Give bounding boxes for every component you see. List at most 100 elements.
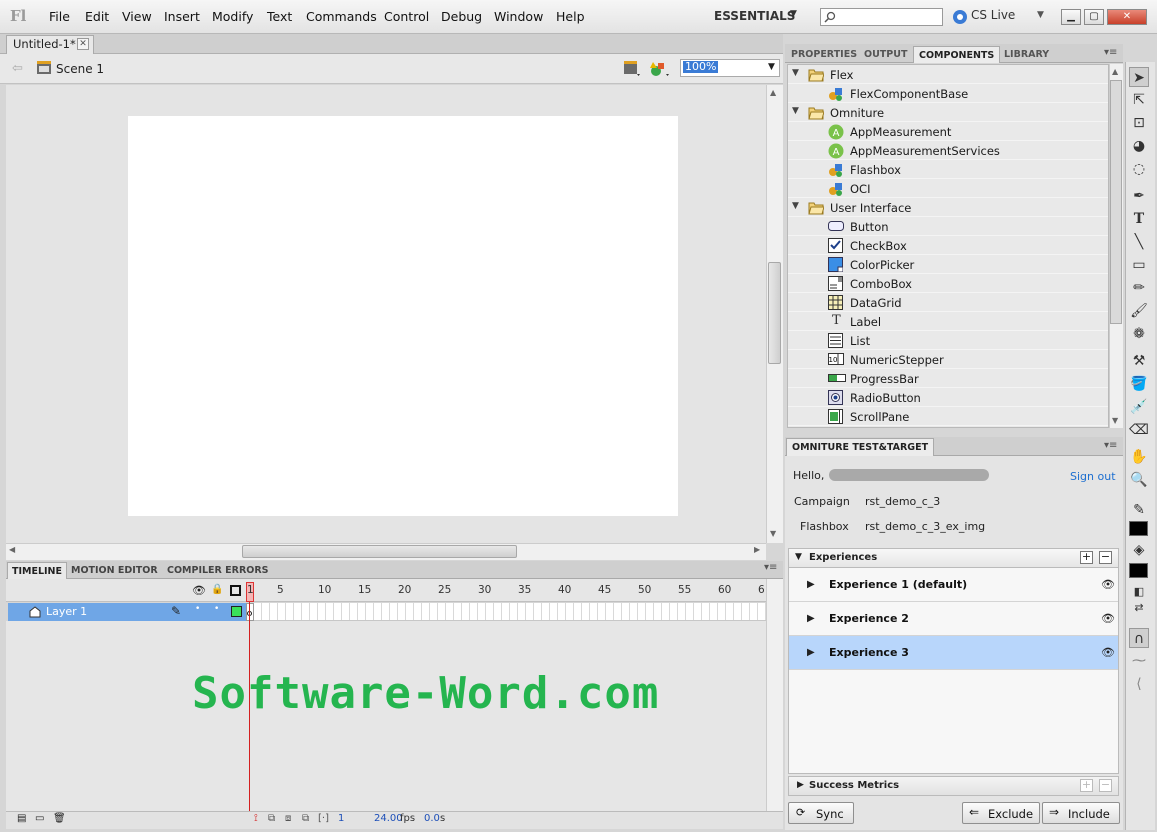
frame-rate[interactable]: 24.00: [374, 813, 403, 824]
tree-item-combobox[interactable]: ComboBox: [788, 274, 1108, 293]
cs-live-icon[interactable]: [952, 9, 968, 25]
frames-row[interactable]: [246, 603, 766, 621]
remove-metric-button[interactable]: −: [1099, 779, 1112, 792]
menu-window[interactable]: Window: [494, 9, 543, 24]
scroll-down-icon[interactable]: ▼: [770, 529, 776, 538]
cs-live-label[interactable]: CS Live: [971, 8, 1015, 22]
menu-insert[interactable]: Insert: [164, 9, 200, 24]
fill-color-icon[interactable]: ◈: [1129, 540, 1149, 560]
edit-symbols-icon[interactable]: [650, 60, 672, 78]
center-frame-icon[interactable]: ⟟: [254, 813, 258, 824]
tab-properties[interactable]: PROPERTIES: [786, 46, 862, 63]
tree-item-datagrid[interactable]: DataGrid: [788, 293, 1108, 312]
menu-text[interactable]: Text: [267, 9, 292, 24]
chevron-down-icon[interactable]: ▼: [1037, 10, 1044, 20]
outline-icon[interactable]: [230, 585, 241, 596]
menu-view[interactable]: View: [122, 9, 152, 24]
chevron-down-icon[interactable]: ▼: [790, 9, 797, 19]
menu-modify[interactable]: Modify: [212, 9, 253, 24]
eyedropper-tool-icon[interactable]: 💉: [1129, 397, 1149, 417]
layer-name[interactable]: Layer 1: [46, 605, 87, 618]
paint-bucket-tool-icon[interactable]: 🪣: [1129, 374, 1149, 394]
tab-library[interactable]: LIBRARY: [999, 46, 1054, 63]
tab-timeline[interactable]: TIMELINE: [7, 562, 67, 579]
stage-horizontal-scroll-thumb[interactable]: [242, 545, 517, 558]
timeline-vertical-scrollbar[interactable]: [766, 579, 783, 811]
pencil-tool-icon[interactable]: ✏: [1129, 278, 1149, 298]
close-icon[interactable]: ✕: [77, 38, 89, 50]
edit-multiple-frames-icon[interactable]: ⧉: [302, 813, 309, 824]
eye-icon[interactable]: 👁: [1101, 578, 1115, 591]
scroll-left-icon[interactable]: ◀: [9, 545, 15, 554]
menu-help[interactable]: Help: [556, 9, 585, 24]
eye-icon[interactable]: 👁: [1101, 612, 1115, 625]
fill-color-swatch[interactable]: [1129, 563, 1148, 578]
stroke-color-icon[interactable]: ✎: [1129, 500, 1149, 520]
pencil-icon[interactable]: ✎: [171, 604, 181, 618]
tree-item-appmeasurement[interactable]: A AppMeasurement: [788, 122, 1108, 141]
current-frame[interactable]: 1: [338, 813, 344, 824]
straighten-icon[interactable]: ⟨: [1129, 674, 1149, 694]
lock-dot-icon[interactable]: •: [214, 604, 219, 614]
layer-color-swatch[interactable]: [231, 606, 242, 617]
deco-tool-icon[interactable]: ❁: [1129, 324, 1149, 344]
expand-arrow-icon[interactable]: ▶: [807, 647, 815, 658]
scroll-right-icon[interactable]: ▶: [754, 545, 760, 554]
scroll-down-icon[interactable]: ▼: [1112, 416, 1118, 425]
selection-tool-icon[interactable]: ➤: [1129, 67, 1149, 87]
add-metric-button[interactable]: +: [1080, 779, 1093, 792]
hand-tool-icon[interactable]: ✋: [1129, 447, 1149, 467]
tree-item-colorpicker[interactable]: ColorPicker: [788, 255, 1108, 274]
snap-magnet-icon[interactable]: ∩: [1129, 628, 1149, 648]
tree-item-oci[interactable]: OCI: [788, 179, 1108, 198]
delete-layer-icon[interactable]: 🗑: [53, 813, 66, 824]
tree-folder-user-interface[interactable]: ▼ User Interface: [788, 198, 1108, 217]
menu-debug[interactable]: Debug: [441, 9, 482, 24]
tree-item-list[interactable]: List: [788, 331, 1108, 350]
experience-row-selected[interactable]: ▶ Experience 3 👁: [789, 636, 1118, 670]
zoom-value[interactable]: 100%: [683, 61, 719, 73]
remove-experience-button[interactable]: −: [1099, 551, 1112, 564]
tree-folder-flex[interactable]: ▼ Flex: [788, 65, 1108, 84]
eye-icon[interactable]: 👁: [1101, 646, 1115, 659]
elapsed-time[interactable]: 0.0: [424, 813, 440, 824]
brush-tool-icon[interactable]: 🖌: [1129, 301, 1149, 321]
menu-control[interactable]: Control: [384, 9, 429, 24]
exclude-button[interactable]: ⇐ Exclude: [962, 802, 1040, 824]
back-arrow-icon[interactable]: ⇦: [12, 61, 23, 76]
line-tool-icon[interactable]: ╲: [1129, 232, 1149, 252]
onion-skin-icon[interactable]: ⧉: [268, 813, 275, 824]
maximize-button[interactable]: ▢: [1084, 9, 1104, 25]
eye-icon[interactable]: 👁: [192, 584, 206, 597]
chevron-down-icon[interactable]: ▼: [792, 68, 799, 78]
menu-edit[interactable]: Edit: [85, 9, 109, 24]
chevron-down-icon[interactable]: ▼: [768, 62, 775, 72]
workspace-switcher[interactable]: ESSENTIALS: [714, 9, 795, 23]
close-button[interactable]: ✕: [1107, 9, 1147, 25]
modify-markers-icon[interactable]: [·]: [318, 813, 329, 824]
pen-tool-icon[interactable]: ✒: [1129, 186, 1149, 206]
chevron-down-icon[interactable]: ▼: [795, 552, 802, 562]
tree-item-radiobutton[interactable]: RadioButton: [788, 388, 1108, 407]
menu-file[interactable]: File: [49, 9, 70, 24]
swap-colors-icon[interactable]: ⇄: [1129, 598, 1149, 618]
chevron-down-icon[interactable]: ▼: [792, 106, 799, 116]
eraser-tool-icon[interactable]: ⌫: [1129, 420, 1149, 440]
menu-commands[interactable]: Commands: [306, 9, 377, 24]
visibility-dot-icon[interactable]: •: [195, 604, 200, 614]
expand-arrow-icon[interactable]: ▶: [807, 579, 815, 590]
sync-button[interactable]: ⟳ Sync: [788, 802, 854, 824]
expand-arrow-icon[interactable]: ▶: [807, 613, 815, 624]
search-input[interactable]: [820, 8, 943, 26]
stage-vertical-scroll-thumb[interactable]: [768, 262, 781, 364]
tree-item-appmeasurementservices[interactable]: A AppMeasurementServices: [788, 141, 1108, 160]
panel-menu-icon[interactable]: ▾≡: [1104, 440, 1117, 451]
text-tool-icon[interactable]: T: [1129, 209, 1149, 229]
stroke-color-swatch[interactable]: [1129, 521, 1148, 536]
document-tab-title[interactable]: Untitled-1*: [13, 37, 76, 51]
tab-motion-editor[interactable]: MOTION EDITOR: [67, 562, 162, 579]
include-button[interactable]: ⇒ Include: [1042, 802, 1120, 824]
lock-icon[interactable]: 🔒: [211, 584, 223, 595]
scroll-up-icon[interactable]: ▲: [770, 88, 776, 97]
tab-components[interactable]: COMPONENTS: [913, 46, 1001, 63]
